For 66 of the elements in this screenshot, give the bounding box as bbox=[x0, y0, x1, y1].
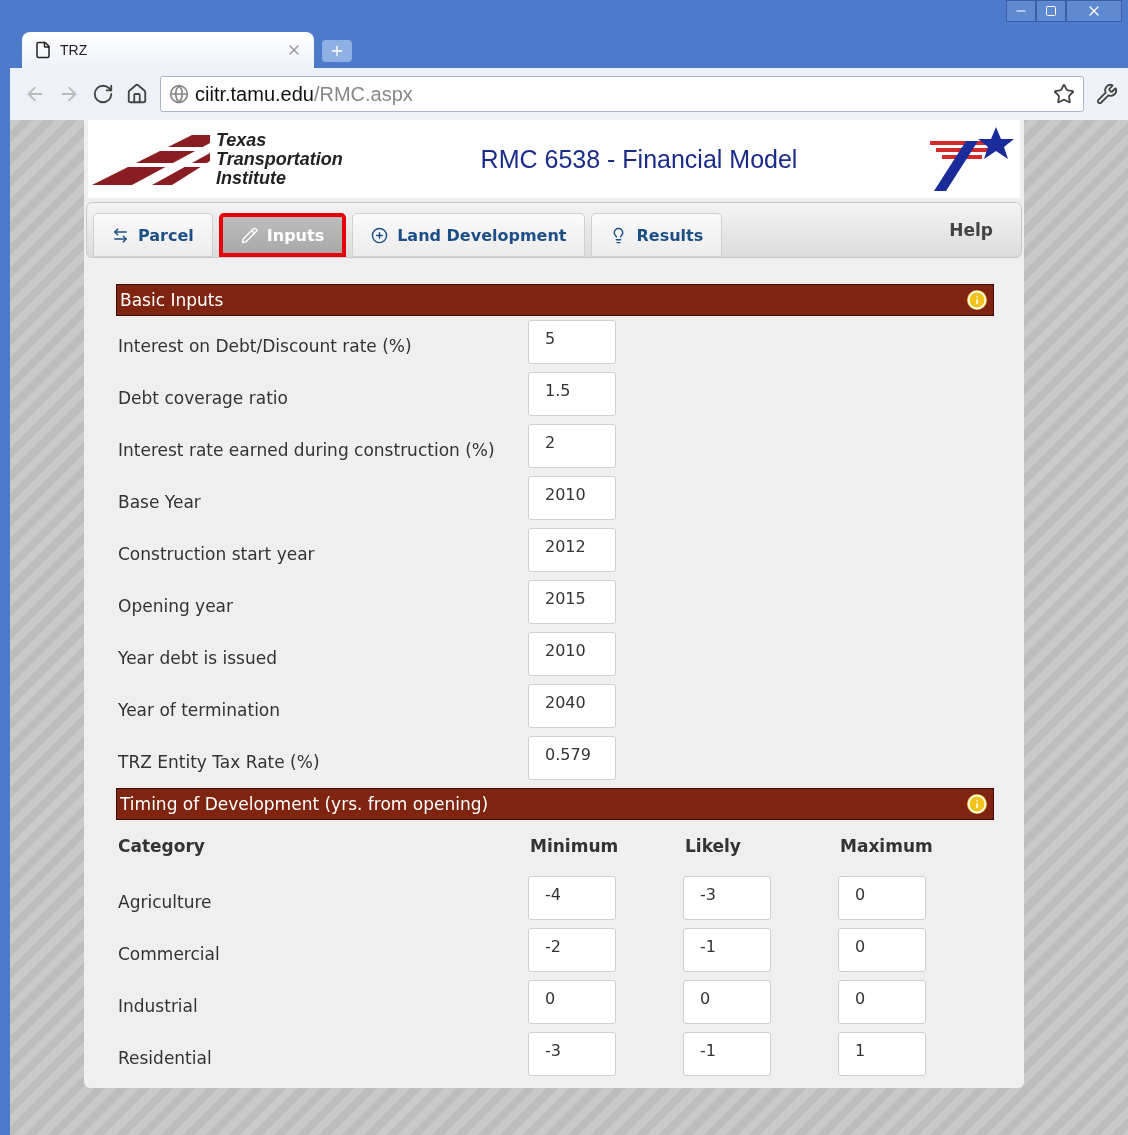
page-title: RMC 6538 - Financial Model bbox=[479, 144, 799, 174]
input-field[interactable]: 0.579 bbox=[528, 736, 616, 780]
field-label: Year debt is issued bbox=[117, 648, 278, 668]
field-label: Construction start year bbox=[117, 544, 316, 564]
field-label: Interest rate earned during construction (%) bbox=[117, 440, 496, 460]
input-field[interactable]: 1 bbox=[838, 1032, 926, 1076]
field-label: Opening year bbox=[117, 596, 235, 616]
input-field[interactable]: 1.5 bbox=[528, 372, 616, 416]
url-text: ciitr.tamu.edu/RMC.aspx bbox=[195, 82, 413, 106]
input-field[interactable]: 0 bbox=[838, 980, 926, 1024]
field-label: Interest on Debt/Discount rate (%) bbox=[117, 336, 413, 356]
swap-arrows-icon bbox=[112, 226, 129, 244]
home-icon[interactable] bbox=[126, 83, 148, 105]
nav-tab[interactable]: Land Development bbox=[352, 213, 586, 257]
input-field[interactable]: -3 bbox=[528, 1032, 616, 1076]
section-title: Basic Inputs bbox=[120, 290, 224, 310]
address-bar[interactable]: ciitr.tamu.edu/RMC.aspx bbox=[160, 76, 1084, 112]
category-label: Residential bbox=[117, 1048, 213, 1068]
input-field[interactable]: 2015 bbox=[528, 580, 616, 624]
plus-icon bbox=[329, 43, 345, 59]
field-label: Base Year bbox=[117, 492, 202, 512]
input-field[interactable]: 0 bbox=[838, 928, 926, 972]
maximize-button[interactable] bbox=[1036, 0, 1066, 22]
minimize-button[interactable] bbox=[1006, 0, 1036, 22]
input-field[interactable]: 2012 bbox=[528, 528, 616, 572]
input-field[interactable]: -2 bbox=[528, 928, 616, 972]
category-label: Industrial bbox=[117, 996, 199, 1016]
wrench-icon[interactable] bbox=[1096, 83, 1118, 105]
input-field[interactable]: 2010 bbox=[528, 632, 616, 676]
input-field[interactable]: 2010 bbox=[528, 476, 616, 520]
input-field[interactable]: 5 bbox=[528, 320, 616, 364]
column-header: Maximum bbox=[839, 836, 934, 856]
logo-text: Texas Transportation Institute bbox=[216, 130, 343, 188]
maximize-icon bbox=[1045, 5, 1057, 17]
input-field[interactable]: 2040 bbox=[528, 684, 616, 728]
input-field[interactable]: -1 bbox=[683, 928, 771, 972]
column-header: Category bbox=[117, 836, 206, 856]
column-header: Likely bbox=[684, 836, 742, 856]
info-icon[interactable] bbox=[967, 290, 987, 310]
tab-title: TRZ bbox=[60, 42, 89, 58]
field-label: TRZ Entity Tax Rate (%) bbox=[117, 752, 321, 772]
star-icon[interactable] bbox=[1053, 83, 1075, 105]
category-label: Commercial bbox=[117, 944, 221, 964]
nav-tab[interactable]: Results bbox=[591, 213, 723, 257]
input-field[interactable]: 0 bbox=[838, 876, 926, 920]
reload-icon[interactable] bbox=[92, 83, 114, 105]
globe-icon bbox=[169, 84, 189, 104]
input-field[interactable]: -4 bbox=[528, 876, 616, 920]
input-field[interactable]: -3 bbox=[683, 876, 771, 920]
plus-circle-icon bbox=[371, 226, 389, 244]
pencil-icon bbox=[240, 226, 258, 244]
input-field[interactable]: 0 bbox=[528, 980, 616, 1024]
help-link[interactable]: Help bbox=[949, 220, 1013, 240]
browser-tab[interactable]: TRZ bbox=[22, 32, 314, 68]
field-label: Debt coverage ratio bbox=[117, 388, 289, 408]
section-title: Timing of Development (yrs. from opening) bbox=[120, 794, 489, 814]
nav-tab[interactable]: Parcel bbox=[93, 213, 213, 257]
category-label: Agriculture bbox=[117, 892, 213, 912]
page-icon bbox=[34, 41, 52, 59]
field-label: Year of termination bbox=[117, 700, 282, 720]
input-field[interactable]: 2 bbox=[528, 424, 616, 468]
close-button[interactable] bbox=[1066, 0, 1122, 22]
input-field[interactable]: 0 bbox=[683, 980, 771, 1024]
input-field[interactable]: -1 bbox=[683, 1032, 771, 1076]
info-icon[interactable] bbox=[967, 794, 987, 814]
column-header: Minimum bbox=[529, 836, 620, 856]
